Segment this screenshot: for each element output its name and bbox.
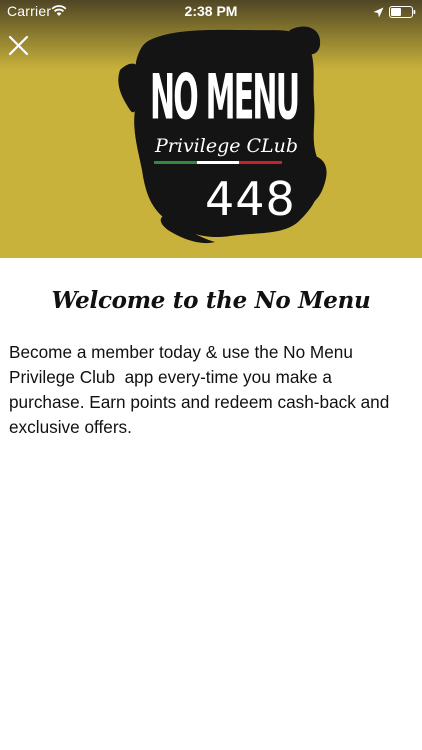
location-arrow-icon <box>373 5 384 21</box>
status-bar: Carrier 2:38 PM <box>0 0 422 22</box>
logo-number: 448 <box>205 172 296 226</box>
close-button[interactable] <box>6 33 32 59</box>
welcome-heading: Welcome to the No Menu <box>51 287 371 314</box>
logo-title: NO MENU <box>150 61 300 134</box>
description-text: Become a member today & use the No Menu … <box>9 342 395 437</box>
battery-icon <box>389 5 416 21</box>
clock-time: 2:38 PM <box>184 3 238 19</box>
close-icon <box>8 35 29 56</box>
logo-subtitle: Privilege CLub <box>155 135 299 157</box>
content-section: Welcome to the No Menu Become a member t… <box>0 258 422 440</box>
flag-divider <box>154 161 283 164</box>
hero-banner: Carrier 2:38 PM NO MENU Privilege CLub 4… <box>0 0 422 258</box>
